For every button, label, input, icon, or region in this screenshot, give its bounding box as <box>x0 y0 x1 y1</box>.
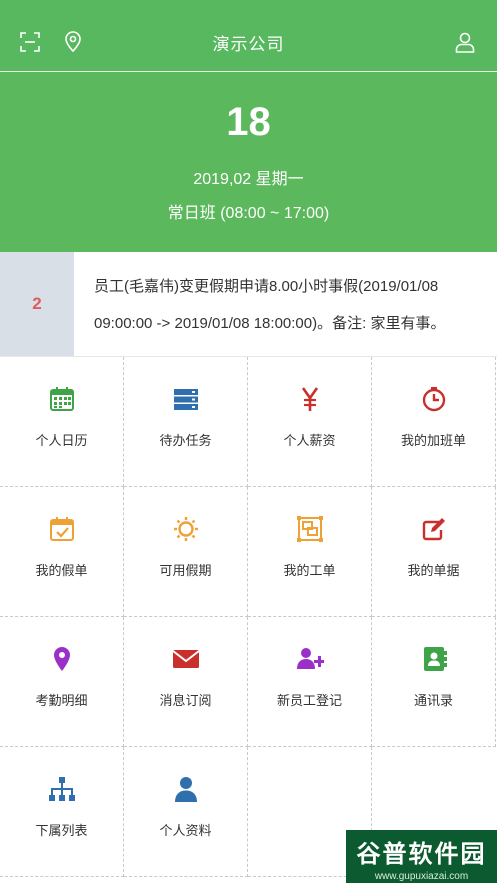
calendar-icon <box>49 387 74 411</box>
menu-item-label: 个人薪资 <box>283 433 336 448</box>
task-list-icon <box>173 389 198 410</box>
day-number: 18 <box>226 100 271 144</box>
menu-item-personal-calendar[interactable]: 个人日历 <box>0 357 124 487</box>
menu-item-label: 我的加班单 <box>400 433 466 448</box>
menu-item-label: 个人资料 <box>159 823 212 838</box>
menu-item-label: 通讯录 <box>413 693 453 708</box>
notice-count-box: 2 <box>0 252 74 356</box>
menu-item-label: 我的假单 <box>35 563 88 578</box>
date-line: 2019,02 星期一 <box>193 171 304 188</box>
notice-row[interactable]: 2 员工(毛嘉伟)变更假期申请8.00小时事假(2019/01/08 09:00… <box>0 252 497 357</box>
menu-item-address-book[interactable]: 通讯录 <box>372 617 496 747</box>
top-bar: 演示公司 <box>0 0 497 72</box>
watermark-text: 谷普软件园 <box>356 841 487 868</box>
menu-item-my-leave[interactable]: 我的假单 <box>0 487 124 617</box>
menu-item-label: 我的工单 <box>283 563 336 578</box>
clock-icon <box>422 387 445 412</box>
company-title: 演示公司 <box>212 35 285 54</box>
edit-icon <box>422 518 445 541</box>
user-icon[interactable] <box>453 30 477 54</box>
profile-icon <box>174 777 197 802</box>
menu-item-new-employee-registration[interactable]: 新员工登记 <box>248 617 372 747</box>
map-marker-icon <box>53 647 70 671</box>
menu-item-my-work-order[interactable]: 我的工单 <box>248 487 372 617</box>
date-panel: 18 2019,02 星期一 常日班 (08:00 ~ 17:00) <box>0 72 497 252</box>
watermark: 谷普软件园 www.gupuxiazai.com <box>346 830 497 883</box>
menu-item-label: 下属列表 <box>35 823 88 838</box>
menu-item-todo-tasks[interactable]: 待办任务 <box>124 357 248 487</box>
menu-item-personal-salary[interactable]: 个人薪资 <box>248 357 372 487</box>
menu-item-label: 消息订阅 <box>159 693 212 708</box>
menu-item-label: 考勤明细 <box>35 693 88 708</box>
org-chart-icon <box>48 777 75 801</box>
menu-item-my-overtime[interactable]: 我的加班单 <box>372 357 496 487</box>
menu-item-label: 个人日历 <box>35 433 88 448</box>
menu-item-message-subscription[interactable]: 消息订阅 <box>124 617 248 747</box>
sun-icon <box>173 517 198 541</box>
menu-item-available-leave[interactable]: 可用假期 <box>124 487 248 617</box>
menu-item-label: 新员工登记 <box>276 693 342 708</box>
menu-item-my-documents[interactable]: 我的单据 <box>372 487 496 617</box>
yen-icon <box>301 387 318 411</box>
calendar-check-icon <box>49 517 74 541</box>
notice-text: 员工(毛嘉伟)变更假期申请8.00小时事假(2019/01/08 09:00:0… <box>94 278 446 332</box>
menu-item-attendance-details[interactable]: 考勤明细 <box>0 617 124 747</box>
address-book-icon <box>423 647 447 671</box>
menu-item-personal-profile[interactable]: 个人资料 <box>124 747 248 877</box>
work-order-icon <box>296 516 323 542</box>
notice-count: 2 <box>32 294 42 313</box>
shift-line: 常日班 (08:00 ~ 17:00) <box>167 205 330 222</box>
menu-grid: 个人日历 待办任务 个人薪资 我的加班单 我的假单 可用假期 我的工单 我的单据… <box>0 357 497 877</box>
menu-item-label: 可用假期 <box>159 563 212 578</box>
watermark-url: www.gupuxiazai.com <box>374 871 469 882</box>
add-user-icon <box>296 648 324 669</box>
menu-item-label: 我的单据 <box>407 563 460 578</box>
envelope-icon <box>171 650 200 668</box>
menu-item-subordinates[interactable]: 下属列表 <box>0 747 124 877</box>
menu-item-label: 待办任务 <box>159 433 212 448</box>
